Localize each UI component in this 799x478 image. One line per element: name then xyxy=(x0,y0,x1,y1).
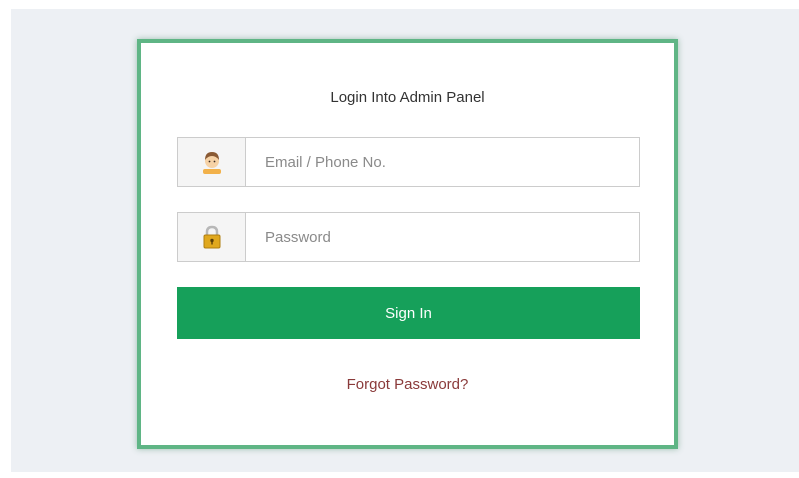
login-title: Login Into Admin Panel xyxy=(330,89,485,106)
password-field[interactable] xyxy=(245,212,640,262)
forgot-password-link[interactable]: Forgot Password? xyxy=(347,376,469,393)
email-input-group xyxy=(177,137,640,187)
padlock-icon xyxy=(201,225,223,249)
forgot-password-link-row: Forgot Password? xyxy=(141,376,674,393)
password-input-group xyxy=(177,212,640,262)
sign-in-button[interactable]: Sign In xyxy=(177,287,640,339)
password-addon xyxy=(177,212,245,262)
email-addon xyxy=(177,137,245,187)
login-card: Login Into Admin Panel Email / Phone No.… xyxy=(137,39,678,449)
email-field[interactable] xyxy=(245,137,640,187)
user-avatar-icon xyxy=(199,149,225,175)
